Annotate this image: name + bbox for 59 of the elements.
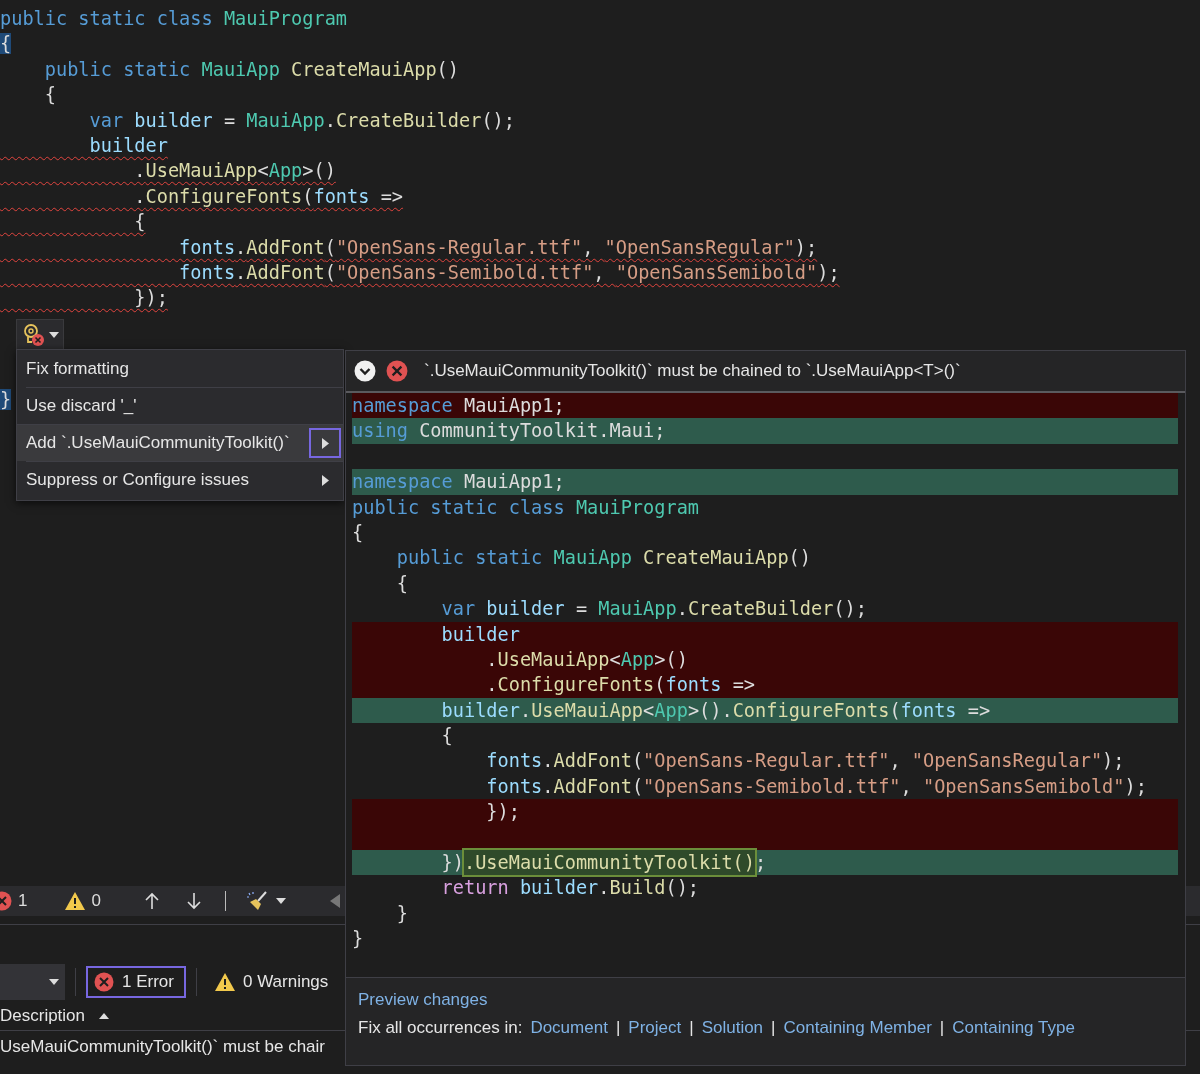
- code-line: }: [395, 901, 409, 926]
- menu-item[interactable]: Suppress or Configure issues: [26, 461, 343, 498]
- arrow-down-icon[interactable]: [186, 892, 201, 910]
- caret-icon: [99, 1012, 110, 1019]
- code-line: fonts.AddFont("OpenSans-Regular.ttf", "OpenSansRegular");: [178, 235, 818, 260]
- code-line: {: [395, 571, 409, 596]
- lightbulb-error-icon: [21, 322, 46, 347]
- diagnostic-message: `.UseMauiCommunityToolkit()` must be chained to `.UseMauiApp<T>()`: [424, 361, 961, 381]
- separator: |: [771, 1018, 776, 1038]
- menu-item[interactable]: Add `.UseMauiCommunityToolkit()`: [17, 424, 343, 461]
- scroll-left-icon[interactable]: [329, 894, 340, 908]
- error-count: 1: [18, 891, 28, 911]
- code-line: fonts.AddFont("OpenSans-Regular.ttf", "OpenSansRegular");: [485, 749, 1126, 774]
- code-line: public static class MauiProgram: [0, 7, 348, 31]
- code-line: var builder = MauiApp.CreateBuilder();: [88, 108, 515, 133]
- error-icon: [386, 360, 408, 382]
- warning-icon: [214, 973, 235, 991]
- warning-count: 0: [91, 891, 101, 911]
- arrow-up-icon[interactable]: [144, 892, 159, 910]
- error-icon: [94, 972, 114, 992]
- code-line: var builder = MauiApp.CreateBuilder();: [440, 597, 868, 622]
- code-line: .UseMauiApp<App>(): [133, 159, 336, 184]
- code-line: {: [440, 724, 454, 749]
- separator: |: [615, 1018, 621, 1038]
- menu-item[interactable]: Fix formatting: [26, 350, 343, 387]
- code-line: {: [352, 520, 365, 545]
- column-header[interactable]: Description: [0, 1005, 86, 1026]
- code-line: });: [133, 286, 168, 311]
- scope-link[interactable]: Project: [628, 1018, 682, 1038]
- code-line: {: [43, 83, 56, 108]
- code-line: return builder.Build();: [440, 876, 701, 901]
- warnings-filter-button[interactable]: 0 Warnings: [206, 966, 341, 998]
- code-line: }: [352, 927, 365, 952]
- fix-all-label: Fix all occurrences in:: [358, 1018, 523, 1038]
- caret-icon: [49, 979, 59, 985]
- warning-icon: [65, 892, 86, 910]
- code-line: .ConfigureFonts(fonts =>: [133, 184, 404, 209]
- code-line: fonts.AddFont("OpenSans-Semibold.ttf", "OpenSansSemibold");: [485, 774, 1148, 799]
- scope-link[interactable]: Containing Type: [952, 1018, 1075, 1038]
- caret-icon: [275, 898, 286, 904]
- code-line: builder: [88, 133, 168, 158]
- scope-link[interactable]: Containing Member: [783, 1018, 932, 1038]
- code-line: fonts.AddFont("OpenSans-Semibold.ttf", "OpenSansSemibold");: [178, 260, 840, 285]
- chevron-down-icon[interactable]: [354, 360, 376, 382]
- broom-icon[interactable]: [245, 890, 270, 912]
- errors-filter-button[interactable]: 1 Error: [86, 966, 186, 998]
- scope-link[interactable]: Document: [530, 1018, 608, 1038]
- separator: |: [689, 1018, 694, 1038]
- quick-actions-button[interactable]: [16, 318, 64, 351]
- submenu-arrow-icon: [321, 437, 329, 449]
- code-line: public static MauiApp CreateMauiApp(): [395, 546, 812, 571]
- separator: |: [939, 1018, 945, 1038]
- scope-link[interactable]: Solution: [701, 1018, 764, 1038]
- code-line: public static MauiApp CreateMauiApp(): [43, 57, 459, 82]
- submenu-arrow-icon: [321, 474, 329, 486]
- code-line: public static class MauiProgram: [352, 495, 701, 520]
- preview-changes-link[interactable]: Preview changes: [358, 990, 488, 1009]
- caret-icon: [48, 331, 59, 338]
- code-line: {: [133, 210, 146, 235]
